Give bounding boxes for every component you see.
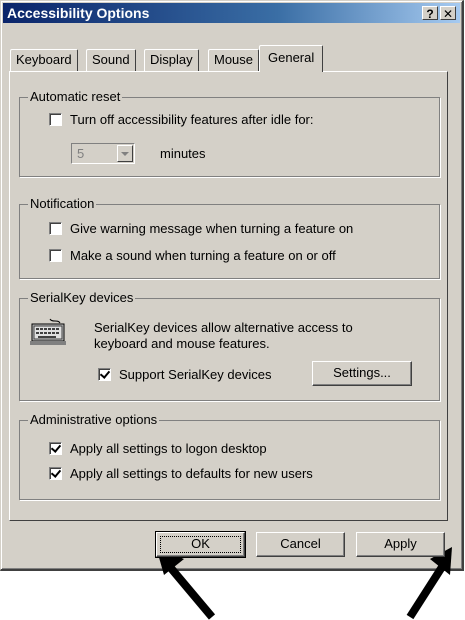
support-serialkey-checkbox[interactable] <box>98 368 111 381</box>
warning-message-label: Give warning message when turning a feat… <box>70 221 354 236</box>
tab-keyboard[interactable]: Keyboard <box>10 49 78 71</box>
sound-option[interactable]: Make a sound when turning a feature on o… <box>49 248 336 263</box>
chevron-down-icon[interactable] <box>117 145 133 162</box>
keyboard-icon <box>30 317 66 350</box>
notification-title: Notification <box>28 196 97 211</box>
settings-button[interactable]: Settings... <box>312 361 412 386</box>
apply-button[interactable]: Apply <box>356 532 445 557</box>
help-button[interactable]: ? <box>422 6 438 21</box>
serialkey-group: SerialKey devices SerialKey devices allo… <box>19 290 440 401</box>
ok-button[interactable]: OK <box>155 531 246 558</box>
new-users-checkbox[interactable] <box>49 467 62 480</box>
tab-mouse[interactable]: Mouse <box>208 49 260 71</box>
idle-minutes-dropdown[interactable]: 5 <box>71 143 135 164</box>
serialkey-description-line2: keyboard and mouse features. <box>94 336 270 351</box>
sound-checkbox[interactable] <box>49 249 62 262</box>
logon-desktop-label: Apply all settings to logon desktop <box>70 441 267 456</box>
cancel-button[interactable]: Cancel <box>256 532 345 557</box>
notification-group: Notification Give warning message when t… <box>19 196 440 279</box>
support-serialkey-label: Support SerialKey devices <box>119 367 272 382</box>
automatic-reset-title: Automatic reset <box>28 89 123 104</box>
idle-timeout-option[interactable]: Turn off accessibility features after id… <box>49 112 314 127</box>
idle-minutes-value: 5 <box>77 146 85 161</box>
tab-sound[interactable]: Sound <box>86 49 136 71</box>
logon-desktop-option[interactable]: Apply all settings to logon desktop <box>49 441 267 456</box>
administrative-options-title: Administrative options <box>28 412 160 427</box>
logon-desktop-checkbox[interactable] <box>49 442 62 455</box>
new-users-option[interactable]: Apply all settings to defaults for new u… <box>49 466 313 481</box>
support-serialkey-option[interactable]: Support SerialKey devices <box>98 367 271 382</box>
serialkey-title: SerialKey devices <box>28 290 136 305</box>
sound-label: Make a sound when turning a feature on o… <box>70 248 336 263</box>
administrative-options-group: Administrative options Apply all setting… <box>19 412 440 500</box>
warning-message-checkbox[interactable] <box>49 222 62 235</box>
automatic-reset-group: Automatic reset Turn off accessibility f… <box>19 89 440 177</box>
idle-timeout-checkbox[interactable] <box>49 113 62 126</box>
window-title: Accessibility Options <box>7 5 150 21</box>
accessibility-options-dialog: Accessibility Options ? ✕ Keyboard Sound… <box>0 0 464 571</box>
new-users-label: Apply all settings to defaults for new u… <box>70 466 313 481</box>
tab-general[interactable]: General <box>259 45 324 72</box>
idle-timeout-label: Turn off accessibility features after id… <box>70 112 314 127</box>
focus-rect <box>160 536 241 553</box>
title-bar[interactable]: Accessibility Options ? ✕ <box>3 3 460 23</box>
warning-message-option[interactable]: Give warning message when turning a feat… <box>49 221 353 236</box>
minutes-label: minutes <box>160 146 206 161</box>
close-button[interactable]: ✕ <box>440 6 456 21</box>
serialkey-description-line1: SerialKey devices allow alternative acce… <box>94 320 353 335</box>
tab-display[interactable]: Display <box>144 49 199 71</box>
